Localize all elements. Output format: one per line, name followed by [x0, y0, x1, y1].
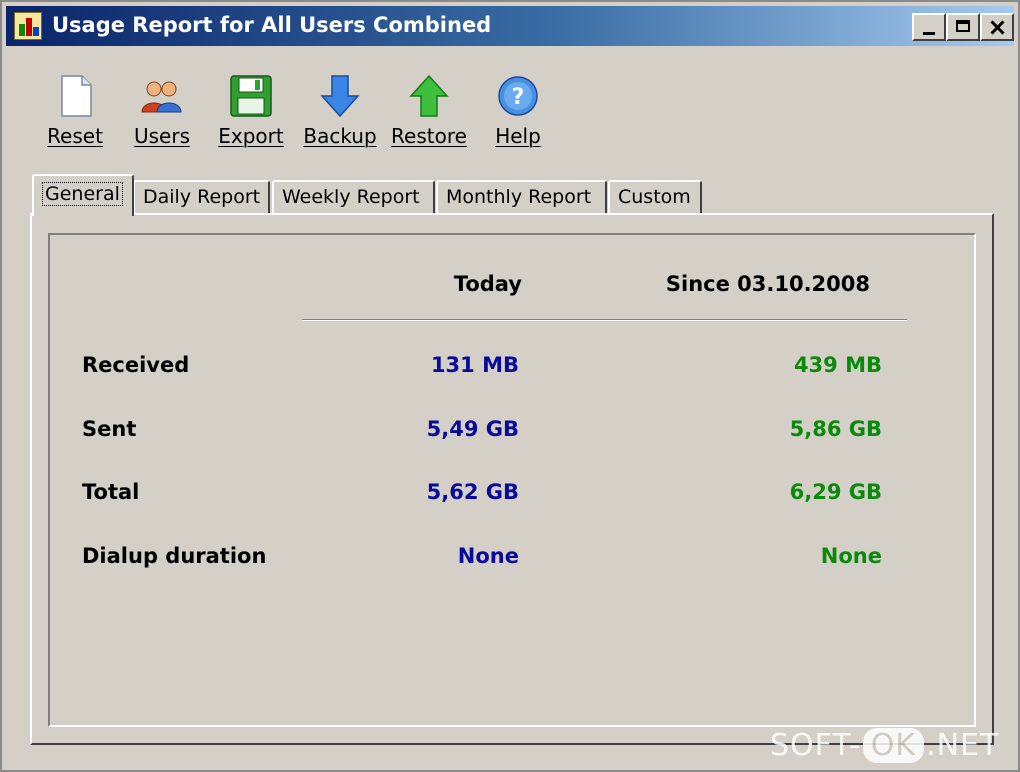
users-button[interactable]: Users [119, 68, 205, 158]
help-label: Help [495, 124, 541, 148]
floppy-disk-icon [230, 75, 272, 117]
column-header-since: Since 03.10.2008 [665, 272, 870, 296]
tab-label: Daily Report [143, 186, 261, 208]
sent-today-value: 5,49 GB [426, 417, 519, 441]
dialup-today-value: None [457, 544, 519, 568]
header-divider [302, 319, 907, 321]
users-label: Users [133, 124, 190, 148]
tab-weekly-report[interactable]: Weekly Report [272, 180, 435, 214]
export-label: Export [218, 124, 284, 148]
tab-general[interactable]: General [32, 174, 134, 216]
row-label-total: Total [82, 480, 140, 504]
tab-label: General [42, 182, 123, 206]
tab-label: Weekly Report [282, 186, 420, 208]
watermark: SOFT- OK .NET [770, 728, 999, 772]
dialup-since-value: None [820, 544, 882, 568]
title-bar[interactable]: Usage Report for All Users Combined [6, 6, 1014, 46]
column-header-today: Today [453, 272, 522, 296]
reset-button[interactable]: Reset [32, 68, 118, 158]
received-today-value: 131 MB [430, 353, 519, 377]
arrow-up-icon [409, 74, 449, 117]
document-icon [61, 75, 92, 117]
restore-button[interactable]: Restore [386, 68, 472, 158]
received-since-value: 439 MB [793, 353, 882, 377]
bar-chart-icon [14, 12, 42, 40]
watermark-part3: .NET [926, 728, 1000, 763]
tab-daily-report[interactable]: Daily Report [133, 180, 270, 214]
reset-label: Reset [47, 124, 103, 148]
watermark-part2: OK [862, 728, 925, 763]
help-icon: ? [498, 76, 538, 116]
tab-label: Custom [618, 186, 691, 208]
maximize-button[interactable] [946, 13, 980, 41]
total-since-value: 6,29 GB [789, 480, 882, 504]
tab-label: Monthly Report [446, 186, 592, 208]
tab-custom[interactable]: Custom [608, 180, 702, 214]
row-label-received: Received [82, 353, 190, 377]
users-icon [141, 81, 182, 113]
minimize-button[interactable] [912, 13, 946, 41]
tab-monthly-report[interactable]: Monthly Report [436, 180, 607, 214]
backup-button[interactable]: Backup [297, 68, 383, 158]
svg-text:?: ? [512, 85, 525, 110]
backup-label: Backup [303, 124, 377, 148]
help-button[interactable]: ? Help [475, 68, 561, 158]
report-window: Usage Report for All Users Combined Rese… [0, 0, 1020, 772]
total-today-value: 5,62 GB [426, 480, 519, 504]
watermark-part1: SOFT- [770, 728, 861, 763]
restore-label: Restore [391, 124, 467, 148]
row-label-dialup-duration: Dialup duration [82, 544, 267, 568]
sent-since-value: 5,86 GB [789, 417, 882, 441]
row-label-sent: Sent [82, 417, 137, 441]
window-title: Usage Report for All Users Combined [52, 13, 492, 37]
export-button[interactable]: Export [208, 68, 294, 158]
arrow-down-icon [320, 75, 360, 118]
close-button[interactable] [980, 13, 1014, 41]
